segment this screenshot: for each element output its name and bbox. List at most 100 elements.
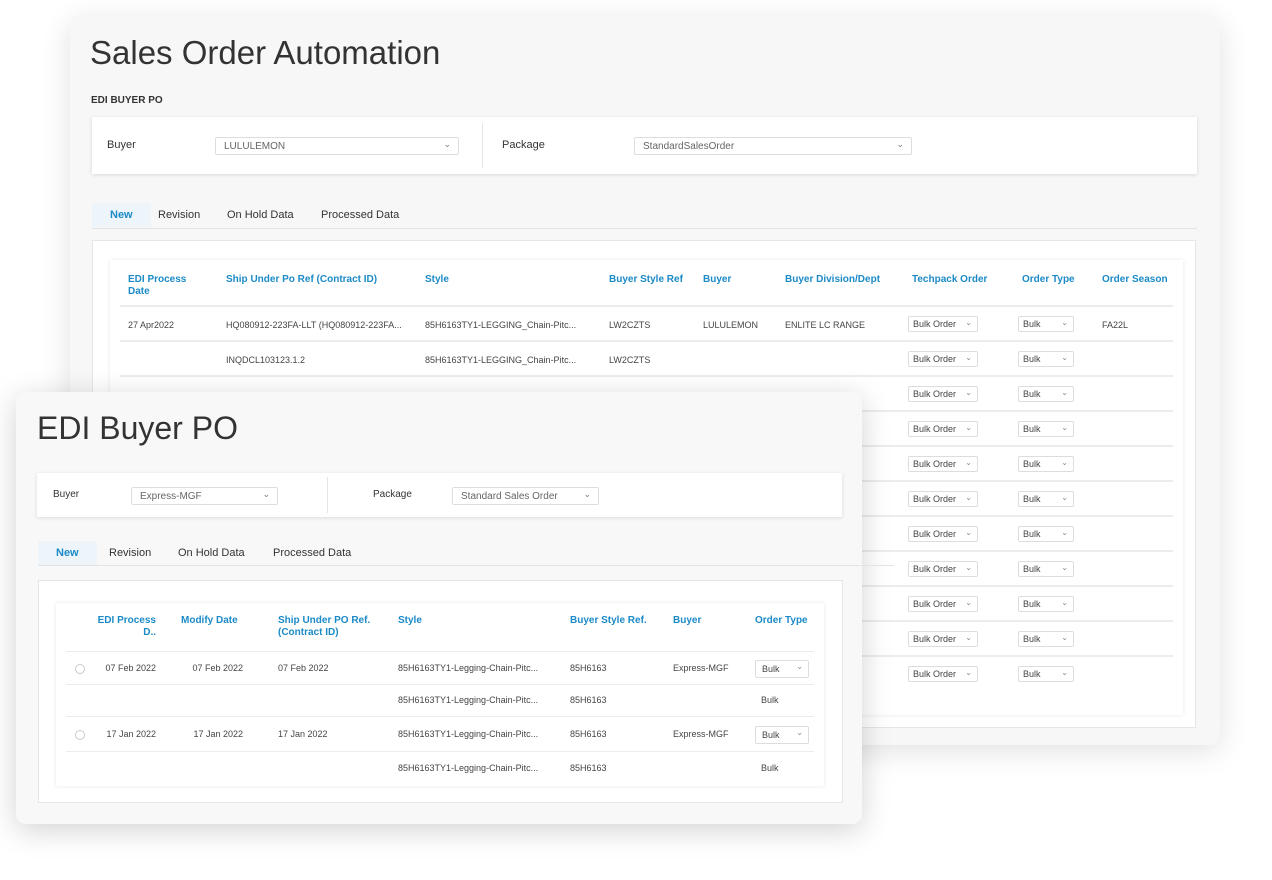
techpack-order-select[interactable]: Bulk Order ⌄ — [908, 596, 978, 612]
column-header[interactable]: Buyer — [673, 615, 743, 627]
table-cell: FA22L — [1102, 320, 1129, 330]
techpack-order-select[interactable]: Bulk Order ⌄ — [908, 631, 978, 647]
po-table: EDI Process D.. Modify Date Ship Under PO … — [56, 603, 824, 786]
techpack-order-select[interactable]: Bulk Order ⌄ — [908, 456, 978, 472]
tab-processed-data[interactable]: Processed Data — [273, 547, 351, 559]
order-type-select[interactable]: Bulk ⌄ — [1018, 386, 1074, 402]
order-type-select[interactable]: Bulk ⌄ — [1018, 316, 1074, 332]
table-cell: 17 Jan 2022 — [193, 728, 243, 739]
table-cell: Bulk — [761, 763, 779, 773]
chevron-down-icon: ⌄ — [965, 563, 972, 572]
column-header[interactable]: Order Type — [1022, 274, 1092, 286]
tab-on-hold-data[interactable]: On Hold Data — [227, 209, 294, 221]
page-title: Sales Order Automation — [90, 34, 441, 71]
chevron-down-icon: ⌄ — [443, 139, 451, 149]
table-row[interactable]: 85H6163TY1-Legging-Chain-Pitc... 85H6163 B… — [56, 752, 824, 786]
table-row[interactable]: 07 Feb 2022 07 Feb 2022 07 Feb 2022 85H6163… — [56, 652, 824, 685]
select-value: Bulk Order — [913, 319, 957, 329]
table-cell: 85H6163TY1-LEGGING_Chain-Pitc... — [425, 355, 577, 365]
order-type-select[interactable]: Bulk ⌄ — [1018, 596, 1074, 612]
select-value: Bulk — [1023, 494, 1041, 504]
order-type-select[interactable]: Bulk ⌄ — [1018, 666, 1074, 682]
column-header[interactable]: EDI Process D.. — [86, 615, 156, 639]
select-value: Bulk — [1023, 424, 1041, 434]
order-type-select[interactable]: Bulk ⌄ — [755, 659, 809, 678]
order-type-select[interactable]: Bulk ⌄ — [1018, 561, 1074, 577]
column-header[interactable]: Order Season — [1102, 274, 1182, 286]
select-value: Bulk — [1023, 319, 1041, 329]
column-header[interactable]: Modify Date — [181, 615, 271, 627]
package-value: StandardSalesOrder — [643, 141, 735, 152]
techpack-order-select[interactable]: Bulk Order ⌄ — [908, 561, 978, 577]
table-cell: 17 Jan 2022 — [106, 728, 156, 739]
column-header[interactable]: Buyer Style Ref. — [570, 615, 660, 627]
package-select[interactable]: StandardSalesOrder ⌄ — [634, 137, 912, 155]
order-type-select[interactable]: Bulk ⌄ — [1018, 631, 1074, 647]
page-title: EDI Buyer PO — [37, 410, 238, 446]
select-value: Bulk — [1023, 669, 1041, 679]
techpack-order-select[interactable]: Bulk Order ⌄ — [908, 421, 978, 437]
select-value: Bulk Order — [913, 389, 957, 399]
table-row[interactable]: 17 Jan 2022 17 Jan 2022 17 Jan 2022 85H6163… — [56, 717, 824, 752]
table-row[interactable]: 85H6163TY1-Legging-Chain-Pitc... 85H6163 B… — [56, 685, 824, 717]
table-cell: 17 Jan 2022 — [278, 728, 328, 739]
order-type-select[interactable]: Bulk ⌄ — [1018, 491, 1074, 507]
table-cell: 85H6163TY1-Legging-Chain-Pitc... — [398, 728, 539, 739]
table-row[interactable]: INQDCL103123.1.2 85H6163TY1-LEGGING_Chain… — [110, 342, 1183, 375]
buyer-select[interactable]: LULULEMON ⌄ — [215, 137, 459, 155]
column-header[interactable]: Buyer Division/Dept — [785, 274, 895, 286]
table-cell: 07 Feb 2022 — [278, 662, 329, 673]
tab-bar: New Revision On Hold Data Processed Data — [38, 541, 894, 566]
chevron-down-icon: ⌄ — [965, 423, 972, 432]
techpack-order-select[interactable]: Bulk Order ⌄ — [908, 666, 978, 682]
divider — [327, 477, 328, 513]
tab-processed-data[interactable]: Processed Data — [321, 209, 399, 221]
chevron-down-icon: ⌄ — [1061, 388, 1068, 397]
column-header[interactable]: Buyer — [703, 274, 773, 286]
chevron-down-icon: ⌄ — [965, 528, 972, 537]
chevron-down-icon: ⌄ — [1061, 353, 1068, 362]
order-type-select[interactable]: Bulk ⌄ — [1018, 456, 1074, 472]
tab-bar: New Revision On Hold Data Processed Data — [92, 203, 1197, 229]
tab-revision[interactable]: Revision — [158, 209, 200, 221]
select-value: Bulk — [1023, 634, 1041, 644]
column-header[interactable]: Ship Under Po Ref (Contract ID) — [226, 274, 406, 286]
order-type-select[interactable]: Bulk ⌄ — [1018, 351, 1074, 367]
table-cell: 85H6163 — [570, 728, 607, 739]
select-value: Bulk Order — [913, 354, 957, 364]
tab-new[interactable]: New — [92, 203, 151, 227]
chevron-down-icon: ⌄ — [1061, 668, 1068, 677]
column-header[interactable]: Ship Under PO Ref. (Contract ID) — [278, 615, 388, 639]
tab-new[interactable]: New — [38, 541, 97, 565]
select-value: Bulk Order — [913, 669, 957, 679]
column-header[interactable]: Order Type — [755, 615, 825, 627]
chevron-down-icon: ⌄ — [1061, 528, 1068, 537]
table-row[interactable]: 27 Apr2022 HQ080912-223FA-LLT (HQ080912-2… — [110, 307, 1183, 340]
column-header[interactable]: EDI Process Date — [128, 274, 208, 298]
row-radio[interactable] — [75, 729, 85, 740]
table-cell: 85H6163TY1-Legging-Chain-Pitc... — [398, 763, 539, 773]
table-cell: ENLITE LC RANGE — [785, 320, 866, 330]
techpack-order-select[interactable]: Bulk Order ⌄ — [908, 526, 978, 542]
table-cell: 85H6163 — [570, 695, 607, 705]
order-type-select[interactable]: Bulk ⌄ — [1018, 421, 1074, 437]
row-radio[interactable] — [75, 663, 85, 674]
techpack-order-select[interactable]: Bulk Order ⌄ — [908, 491, 978, 507]
column-header[interactable]: Style — [398, 615, 508, 627]
chevron-down-icon: ⌄ — [965, 633, 972, 642]
chevron-down-icon: ⌄ — [965, 668, 972, 677]
techpack-order-select[interactable]: Bulk Order ⌄ — [908, 386, 978, 402]
techpack-order-select[interactable]: Bulk Order ⌄ — [908, 316, 978, 332]
buyer-select[interactable]: Express-MGF ⌄ — [131, 487, 278, 505]
order-type-select[interactable]: Bulk ⌄ — [755, 725, 809, 744]
techpack-order-select[interactable]: Bulk Order ⌄ — [908, 351, 978, 367]
column-header[interactable]: Buyer Style Ref — [609, 274, 689, 286]
column-header[interactable]: Style — [425, 274, 595, 286]
tab-revision[interactable]: Revision — [109, 547, 151, 559]
tab-on-hold-data[interactable]: On Hold Data — [178, 547, 245, 559]
order-type-select[interactable]: Bulk ⌄ — [1018, 526, 1074, 542]
column-header[interactable]: Techpack Order — [912, 274, 1002, 286]
package-select[interactable]: Standard Sales Order ⌄ — [452, 487, 599, 505]
filter-card: Buyer Express-MGF ⌄ Package Standard Sale… — [37, 473, 842, 517]
chevron-down-icon: ⌄ — [1061, 598, 1068, 607]
